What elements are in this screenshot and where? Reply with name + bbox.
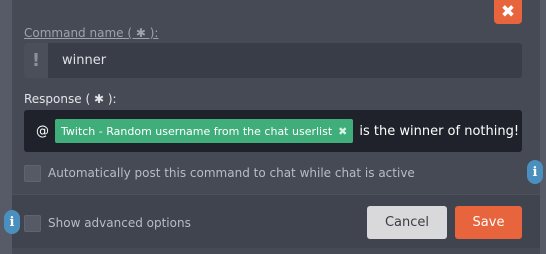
auto-post-checkbox[interactable]: [24, 165, 41, 182]
variable-tag[interactable]: Twitch - Random username from the chat u…: [55, 119, 354, 143]
response-label: Response ( ✱ ):: [24, 92, 117, 106]
exclamation-icon: !: [24, 43, 48, 78]
advanced-options-label: Show advanced options: [48, 216, 191, 230]
command-name-label: Command name ( ✱ ):: [24, 26, 159, 40]
save-button[interactable]: Save: [455, 206, 522, 239]
remove-tag-icon[interactable]: ✖: [338, 125, 347, 138]
command-name-field[interactable]: ! winner: [24, 43, 522, 78]
response-field[interactable]: @ Twitch - Random username from the chat…: [24, 110, 522, 152]
response-prefix-text: @: [36, 123, 49, 139]
variable-tag-label: Twitch - Random username from the chat u…: [61, 124, 333, 138]
cancel-button[interactable]: Cancel: [367, 206, 447, 239]
close-button[interactable]: ✖: [494, 0, 522, 24]
response-suffix-text: is the winner of nothing!: [359, 123, 520, 139]
advanced-options-checkbox[interactable]: [24, 215, 41, 232]
close-icon: ✖: [500, 2, 516, 22]
info-icon[interactable]: i: [527, 160, 543, 184]
command-name-value: winner: [62, 53, 107, 68]
info-icon[interactable]: i: [4, 210, 20, 234]
auto-post-label: Automatically post this command to chat …: [48, 166, 415, 180]
